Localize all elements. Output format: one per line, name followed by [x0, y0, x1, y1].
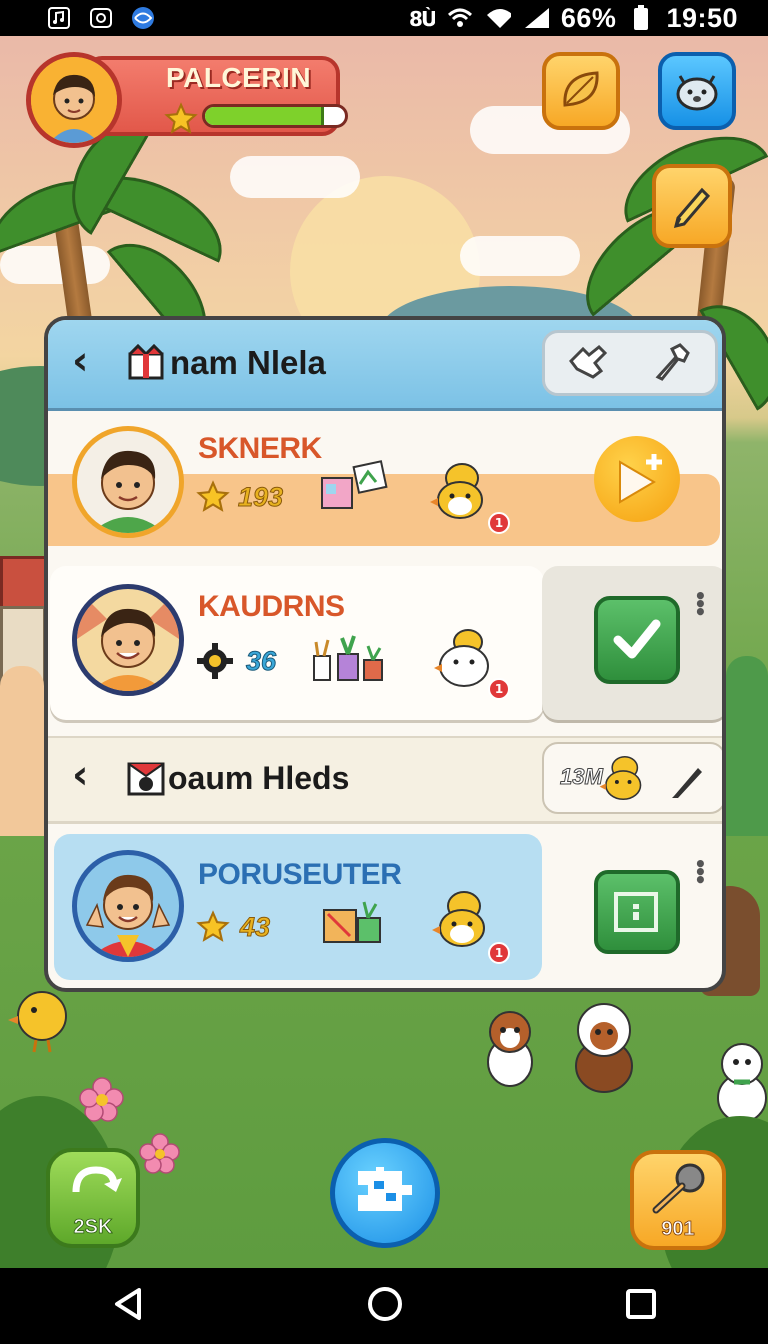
svg-text:Ù: Ù — [421, 7, 435, 30]
friends-panel: ‹ nam Nlela SKNERK 193 1 KAUDRNS 36 1 • … — [44, 316, 726, 992]
system-nav-bar — [0, 1268, 768, 1344]
chick-pet-icon — [428, 456, 494, 530]
recents-icon[interactable] — [625, 1288, 657, 1324]
back-chevron-icon[interactable]: ‹ — [72, 338, 88, 384]
cat-face-icon — [670, 62, 724, 120]
notification-badge: 1 — [488, 942, 510, 964]
music-icon — [46, 6, 72, 30]
gear-icon — [196, 642, 234, 684]
leaf-icon — [557, 65, 605, 117]
home-icon[interactable] — [367, 1286, 403, 1326]
leaf-button[interactable] — [542, 52, 620, 130]
pet-button[interactable] — [658, 52, 736, 130]
chick-pet-icon — [430, 884, 496, 958]
pen-icon — [666, 178, 718, 234]
vibrate-icon: 8Ù — [409, 6, 435, 30]
section-header: ‹ oaum Hleds 13M — [48, 736, 722, 824]
clock: 19:50 — [666, 2, 738, 33]
panel-tools — [542, 330, 718, 396]
gift-box-icon — [126, 342, 166, 386]
player-avatar[interactable] — [72, 584, 184, 696]
edit-button[interactable] — [652, 164, 732, 248]
player-avatar[interactable] — [72, 426, 184, 538]
villager-character — [0, 666, 44, 836]
player-score: 193 — [237, 482, 284, 513]
player-name: PALCERIN — [166, 62, 312, 93]
cloud — [230, 156, 360, 198]
player-hud[interactable]: PALCERIN — [26, 52, 348, 148]
panel-title: nam Nlela — [170, 344, 326, 381]
pen-icon[interactable] — [668, 760, 708, 804]
panel-header: ‹ nam Nlela — [48, 320, 722, 411]
player-row[interactable]: SKNERK 193 1 — [48, 416, 722, 556]
signal-icon — [523, 6, 549, 30]
more-options-icon[interactable]: • • • — [694, 586, 707, 622]
browser-icon — [130, 6, 156, 30]
glove-icon[interactable] — [565, 341, 611, 385]
player-name: PORUSEUTER — [198, 858, 402, 891]
player-row[interactable]: PORUSEUTER 43 1 • • • — [48, 834, 722, 982]
pink-flower — [138, 1132, 182, 1176]
potted-plants-icon — [310, 626, 390, 690]
notification-badge: 1 — [488, 678, 510, 700]
player-name: KAUDRNS — [198, 590, 345, 623]
cloud — [460, 236, 580, 276]
player-score: 36 — [245, 646, 277, 677]
locker-button[interactable] — [594, 870, 680, 954]
back-icon[interactable] — [111, 1286, 145, 1326]
battery-icon — [628, 5, 654, 30]
player-row[interactable]: KAUDRNS 36 1 • • • — [48, 566, 722, 722]
cloud — [0, 246, 110, 284]
wifi-strong-icon — [485, 6, 511, 30]
microphone-label: 901 — [661, 1218, 695, 1241]
villager-character — [726, 656, 768, 836]
tool-icon[interactable] — [650, 341, 696, 385]
player-name: SKNERK — [198, 432, 322, 465]
chick-pet-icon — [598, 750, 650, 810]
section-count: 13M — [560, 764, 604, 790]
rewind-button[interactable]: 2SK — [46, 1148, 140, 1248]
otter-character — [562, 996, 646, 1096]
star-icon — [196, 480, 230, 518]
more-options-icon[interactable]: • • • — [694, 854, 707, 890]
camera-icon — [126, 758, 166, 802]
gift-boxes-icon — [318, 458, 390, 518]
play-plus-icon — [594, 436, 680, 526]
star-icon — [164, 102, 198, 140]
back-chevron-icon[interactable]: ‹ — [72, 752, 88, 798]
section-tools: 13M — [542, 742, 722, 814]
section-title: oaum Hleds — [168, 760, 350, 796]
chick-character — [6, 986, 76, 1056]
locker-icon — [600, 876, 674, 952]
accept-button[interactable] — [594, 596, 680, 684]
battery-percent: 66% — [560, 2, 617, 33]
gift-plant-icon — [320, 894, 386, 950]
player-avatar[interactable] — [72, 850, 184, 962]
refresh-icon — [64, 1162, 126, 1216]
xp-progress-bar — [202, 104, 348, 128]
status-bar: 8Ù 66% 19:50 — [0, 0, 768, 36]
wifi-icon — [447, 6, 473, 30]
rewind-label: 2SK — [73, 1216, 113, 1239]
star-icon — [196, 910, 230, 948]
player-score: 43 — [239, 912, 271, 943]
image-icon — [88, 6, 114, 30]
notification-badge: 1 — [488, 512, 510, 534]
cat-character — [712, 1036, 768, 1126]
puzzle-icon — [350, 1161, 420, 1225]
dog-character — [478, 1008, 542, 1088]
check-icon — [602, 604, 672, 678]
player-avatar[interactable] — [26, 52, 122, 148]
puzzle-button[interactable] — [330, 1138, 440, 1248]
xp-progress-fill — [205, 107, 324, 125]
play-plus-button[interactable] — [594, 436, 680, 522]
microphone-icon — [646, 1160, 710, 1220]
microphone-button[interactable]: 901 — [630, 1150, 726, 1250]
